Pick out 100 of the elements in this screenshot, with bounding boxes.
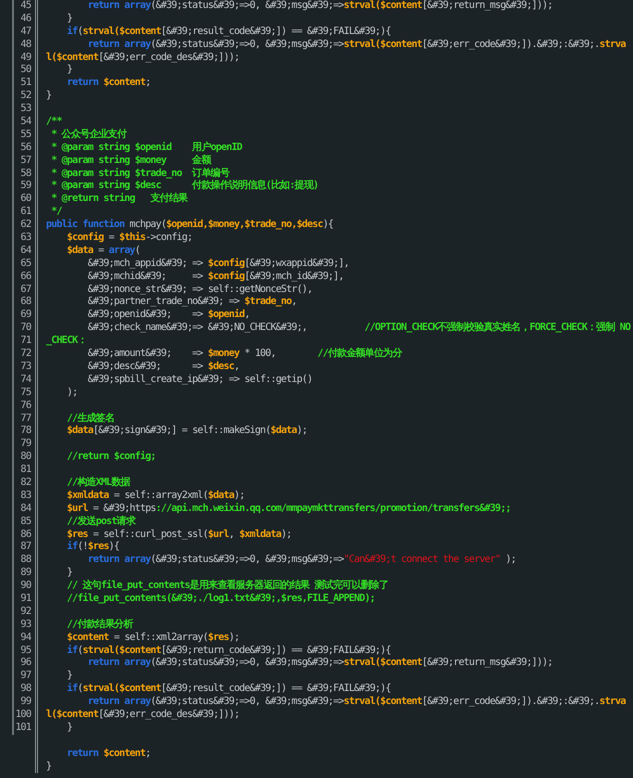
code-line: return array(&#39;status&#39;=>0, &#39;msg&#39;=>strval($content[&#39;return_msg&#39;])); <box>86 0 552 11</box>
line-number: 54 <box>20 116 31 128</box>
code-line: //file_put_contents(&#39;./log1.txt&#39;,$res,FILE_APPEND); <box>66 592 375 604</box>
line-number: 64 <box>20 244 31 256</box>
line-number: 52 <box>20 90 31 102</box>
line-number: 79 <box>20 438 31 450</box>
line-number: 94 <box>20 632 31 643</box>
line-number: 98 <box>20 683 31 694</box>
code-line: &#39;check_name&#39;=> &#39;NO_CHECK&#39;, //OPTION_CHECK不强制校验真实姓名，FORCE_CHECK：强制 NO <box>86 322 630 334</box>
line-number: 65 <box>20 258 31 269</box>
line-number: 99 <box>20 696 31 708</box>
line-number: 96 <box>20 657 31 668</box>
code-line: * 公众号企业支付 <box>50 128 126 140</box>
code-line: $url = &#39;https://api.mch.weixin.qq.com/mmpaymkttransfers/promotion/transfers&#39;; <box>66 502 511 514</box>
code-line: * @param string $trade_no 订单编号 <box>50 168 229 179</box>
line-number: 97 <box>20 670 31 682</box>
line-number: 80 <box>20 451 31 462</box>
code-line: //构造XML数据 <box>66 476 130 488</box>
code-line: //return $config; <box>66 451 156 462</box>
code-line: } <box>66 12 72 24</box>
line-number: 45 <box>20 0 31 11</box>
line-number: 83 <box>20 490 31 501</box>
code-line: // 这句file_put_contents是用来查看服务器返回的结果 测试完可以删除了 <box>66 580 388 592</box>
line-number: 87 <box>20 541 31 552</box>
code-line: * @param string $openid 用户openID <box>50 142 242 153</box>
line-number: 89 <box>20 567 31 578</box>
line-number: 86 <box>20 528 31 540</box>
line-number: 58 <box>20 168 31 179</box>
line-number: 59 <box>20 180 31 192</box>
line-number: 51 <box>20 77 31 88</box>
line-number: 90 <box>20 580 31 592</box>
code-line: } <box>66 567 72 578</box>
line-number: 48 <box>20 38 31 50</box>
code-line: l($content[&#39;err_code_des&#39;])); <box>46 708 240 720</box>
code-line: * @param string $money 金额 <box>50 154 211 166</box>
line-number: 91 <box>20 592 31 604</box>
line-number: 46 <box>20 12 31 24</box>
line-number: 71 <box>20 335 31 346</box>
line-number: 95 <box>20 644 31 656</box>
code-line: return array(&#39;status&#39;=>0, &#39;msg&#39;=>strval($content[&#39;err_code&#39;]).&#39;:&#39;.strva <box>86 696 626 708</box>
code-line: &#39;partner_trade_no&#39; => $trade_no, <box>86 296 297 308</box>
line-number: 92 <box>20 606 31 617</box>
line-number: 82 <box>20 476 31 488</box>
code-line: $content = self::xml2array($res); <box>66 632 240 643</box>
code-line: &#39;nonce_str&#39; => self::getNonceStr(), <box>86 284 312 295</box>
code-line: l($content[&#39;err_code_des&#39;])); <box>46 52 240 63</box>
code-line: &#39;openid&#39; => $openid, <box>86 309 250 320</box>
line-number: 47 <box>20 26 31 37</box>
line-number: 84 <box>20 502 31 514</box>
code-line: $xmldata = self::array2xml($data); <box>66 490 244 501</box>
line-number: 100 <box>15 708 31 720</box>
code-line: if(strval($content[&#39;result_code&#39;]) == &#39;FAIL&#39;){ <box>66 683 391 694</box>
line-number: 50 <box>20 64 31 76</box>
line-number: 78 <box>20 425 31 436</box>
line-number: 67 <box>20 284 31 295</box>
code-line: } <box>66 64 72 76</box>
code-line: &#39;desc&#39; => $desc, <box>86 360 240 372</box>
code-line: return $content; <box>66 748 150 759</box>
line-number: 69 <box>20 309 31 320</box>
code-line: return array(&#39;status&#39;=>0, &#39;msg&#39;=>strval($content[&#39;return_msg&#39;])); <box>86 657 552 668</box>
code-line: if(strval($content[&#39;result_code&#39;]) == &#39;FAIL&#39;){ <box>66 26 391 37</box>
line-number: 68 <box>20 296 31 308</box>
line-number: 75 <box>20 386 31 398</box>
line-number: 55 <box>20 128 31 140</box>
code-line: return $content; <box>66 77 150 88</box>
code-line: &#39;spbill_create_ip&#39; => self::getip() <box>86 374 312 385</box>
line-number: 66 <box>20 270 31 282</box>
code-line: //生成签名 <box>66 412 114 424</box>
line-number: 81 <box>20 464 31 476</box>
code-line: public function mchpay($openid,$money,$trade_no,$desc){ <box>46 219 334 230</box>
line-number: 85 <box>20 516 31 527</box>
code-line: * @return string 支付结果 <box>50 193 188 204</box>
code-line: if(!$res){ <box>66 541 120 552</box>
line-number: 60 <box>20 193 31 204</box>
line-number: 74 <box>20 374 31 385</box>
code-line: $data = array( <box>66 244 140 256</box>
code-line: &#39;mch_appid&#39; => $config[&#39;wxappid&#39;], <box>86 258 349 269</box>
line-number: 101 <box>15 722 31 733</box>
line-number: 57 <box>20 154 31 166</box>
code-line: $res = self::curl_post_ssl($url, $xmldata); <box>66 528 292 540</box>
code-line: } <box>46 760 52 772</box>
code-line: //付款结果分析 <box>66 618 133 630</box>
code-line: $data[&#39;sign&#39;] = self::makeSign($data); <box>66 425 308 436</box>
code-line: if(strval($content[&#39;return_code&#39;]) == &#39;FAIL&#39;){ <box>66 644 391 656</box>
line-number: 49 <box>20 52 31 63</box>
line-number: 73 <box>20 360 31 372</box>
code-line: _CHECK： <box>46 335 87 346</box>
code-line: } <box>66 670 72 682</box>
code-line: $config = $this->config; <box>66 232 192 244</box>
code-line: return array(&#39;status&#39;=>0, &#39;msg&#39;=>strval($content[&#39;err_code&#39;]).&#39;:&#39;.strva <box>86 38 626 50</box>
line-number: 77 <box>20 412 31 424</box>
line-number: 93 <box>20 618 31 630</box>
code-line: } <box>46 90 52 102</box>
code-line: &#39;amount&#39; => $money * 100, //付款金额单位为分 <box>86 348 402 360</box>
line-number: 88 <box>20 554 31 566</box>
line-number: 61 <box>20 206 31 218</box>
code-line: /** <box>46 116 62 128</box>
line-number: 63 <box>20 232 31 244</box>
line-number: 76 <box>20 400 31 411</box>
line-number: 72 <box>20 348 31 360</box>
